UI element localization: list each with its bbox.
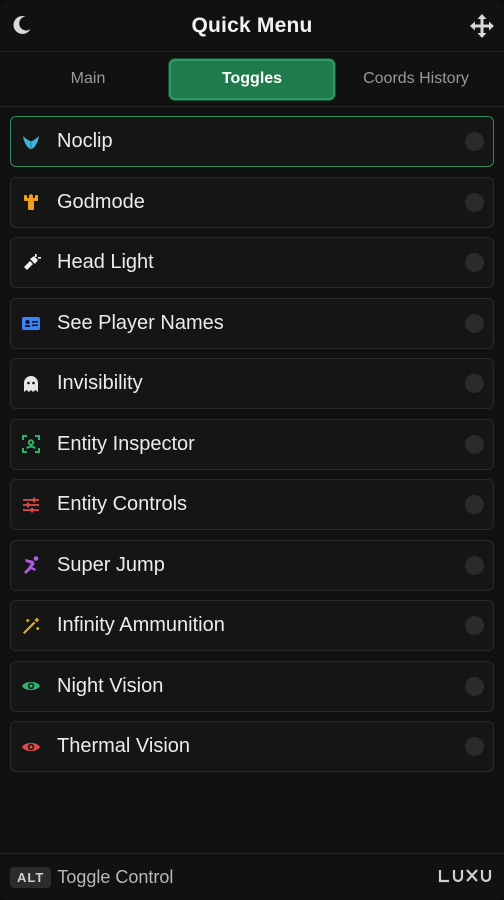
toggle-control-hint: Toggle Control [57,866,174,887]
tab-bar: Main Toggles Coords History [0,52,504,107]
toggle-label: Infinity Ammunition [57,614,225,636]
toggle-label: Invisibility [57,372,143,394]
brand-logo [438,868,494,889]
tab-coords-history[interactable]: Coords History [335,59,497,100]
footer: ALT Toggle Control [0,853,504,900]
toggle-item-super-jump[interactable]: Super Jump [10,539,494,591]
toggle-switch[interactable] [465,313,484,333]
quick-menu-window: Quick Menu Main Toggles Coords History N… [0,0,504,900]
person-jump-icon [21,555,41,575]
toggle-item-entity-inspector[interactable]: Entity Inspector [10,418,494,470]
toggle-item-head-light[interactable]: Head Light [10,237,494,288]
toggle-label: Head Light [57,251,154,273]
toggle-switch[interactable] [465,676,484,696]
move-arrows-icon[interactable] [469,13,495,39]
wand-icon [21,616,41,636]
toggle-item-night-vision[interactable]: Night Vision [10,660,494,712]
toggle-label: Night Vision [57,674,164,697]
tab-toggles[interactable]: Toggles [169,58,335,100]
alt-key-badge: ALT [10,866,52,888]
toggle-switch[interactable] [465,737,484,756]
sliders-icon [21,495,41,515]
moon-icon[interactable] [9,12,35,38]
toggle-item-godmode[interactable]: Godmode [10,176,494,228]
toggle-switch[interactable] [465,495,484,514]
toggle-item-invisibility[interactable]: Invisibility [10,358,494,409]
toggle-list: Noclip Godmode Head Light See Player Nam… [0,107,504,772]
window-title: Quick Menu [191,13,313,37]
toggle-switch[interactable] [465,434,484,454]
id-card-icon [21,313,41,333]
toggle-item-infinity-ammunition[interactable]: Infinity Ammunition [10,600,494,651]
header: Quick Menu [0,0,504,52]
toggle-label: Thermal Vision [57,735,191,757]
toggle-label: Noclip [57,130,113,152]
eye-icon [21,676,41,696]
toggle-label: Entity Controls [57,493,188,515]
toggle-switch[interactable] [465,555,484,575]
toggle-label: Entity Inspector [57,432,195,455]
wings-icon [21,132,41,152]
toggle-switch[interactable] [465,132,484,151]
toggle-label: Godmode [57,190,145,213]
toggle-label: Super Jump [57,553,165,576]
toggle-switch[interactable] [465,374,484,393]
scan-icon [21,434,41,454]
toggle-switch[interactable] [465,192,484,212]
toggle-switch[interactable] [465,253,484,272]
toggle-switch[interactable] [465,616,484,635]
toggle-item-see-player-names[interactable]: See Player Names [10,297,494,349]
toggle-item-entity-controls[interactable]: Entity Controls [10,479,494,530]
eye-icon [21,737,41,757]
strength-icon [21,192,41,212]
flashlight-icon [21,253,41,273]
tab-main[interactable]: Main [7,59,169,100]
ghost-icon [21,374,41,394]
toggle-label: See Player Names [57,311,224,334]
toggle-item-noclip[interactable]: Noclip [10,116,494,167]
toggle-item-thermal-vision[interactable]: Thermal Vision [10,721,494,772]
